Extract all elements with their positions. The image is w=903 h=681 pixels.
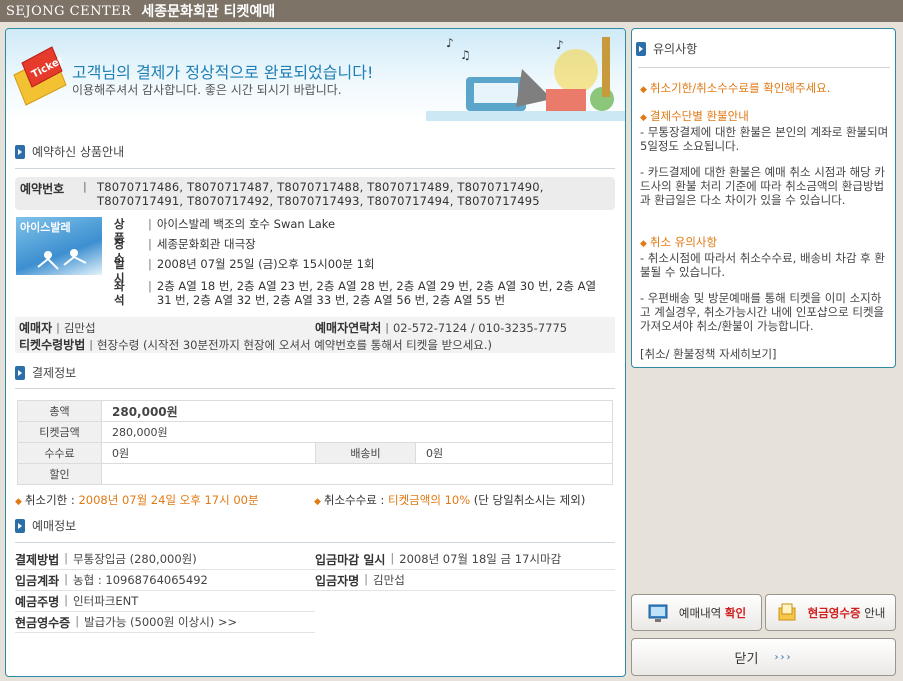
- brand-logo: SEJONG CENTER: [6, 3, 132, 19]
- booking-history-button[interactable]: 예매내역 확인: [631, 594, 762, 631]
- total-amount: 280,000원: [101, 400, 613, 422]
- svg-text:♫: ♫: [460, 48, 471, 62]
- deposit-due-row: 입금마감 일시 | 2008년 07월 18일 금 17시마감: [315, 551, 562, 567]
- reservation-numbers: T8070717486, T8070717487, T8070717488, T…: [97, 180, 544, 208]
- discount-amount: [101, 463, 613, 485]
- payment-method-row: 결제방법 | 무통장입금 (280,000원): [15, 551, 197, 567]
- refund-guide: ◆ 결제수단별 환불안내 - 무통장결제에 대한 환불은 본인의 계좌로 환불되며…: [640, 109, 889, 153]
- reservation-label: 예약번호: [20, 182, 65, 196]
- cancel-notice: ◆ 취소 유의사항 - 취소시점에 따라서 취소수수료, 배송비 차감 후 환불될…: [640, 235, 885, 279]
- depositor-row: 입금자명 | 김만섭: [315, 572, 405, 588]
- section-bullet-icon: [15, 144, 25, 159]
- notice-panel: 유의사항 ◆ 취소기한/취소수수료를 확인해주세요. ◆ 결제수단별 환불안내 - …: [631, 28, 896, 368]
- delivery-cancel-text: - 우편배송 및 방문예매를 통해 티켓을 이미 소지하고 계실경우, 취소가능…: [640, 291, 885, 333]
- section-bullet-icon: [15, 518, 25, 533]
- music-illustration: ♪ ♫ ♪: [426, 36, 625, 121]
- deposit-account-row: 입금계좌 | 농협 : 10968764065492: [15, 572, 208, 588]
- close-button[interactable]: 닫기 ›››: [631, 638, 896, 676]
- show-poster: 아이스발레: [16, 217, 102, 275]
- receive-method-value: 현장수령 (시작전 30분전까지 현장에 오셔서 예약번호를 통해서 티켓을 받…: [96, 337, 493, 352]
- buyer-info-box: 예매자 | 김만섭 예매자연락처 | 02-572-7124 / 010-3235-…: [15, 317, 615, 353]
- reservation-number-box: 예약번호 | T8070717486, T8070717487, T807071…: [15, 177, 615, 210]
- section-bullet-icon: [15, 365, 25, 380]
- completion-banner: Ticket 고객님의 결제가 정상적으로 완료되었습니다! 이용해주셔서 감사…: [6, 29, 625, 121]
- cancel-fee: ◆ 취소수수료 : 티켓금액의 10% (단 당일취소시는 제외): [314, 493, 586, 507]
- cash-receipt-row: 현금영수증 | 발급가능 (5000원 이상시) >>: [15, 614, 238, 631]
- ticket-icon: Ticket: [13, 46, 67, 106]
- thanks-message: 이용해주셔서 감사합니다. 좋은 시간 되시기 바랍니다.: [72, 83, 342, 97]
- divider: [15, 168, 615, 169]
- svg-text:♪: ♪: [446, 36, 454, 50]
- divider: [15, 388, 615, 389]
- contact-label: 예매자연락처: [315, 321, 382, 335]
- table-row: 총액 280,000원: [17, 400, 613, 422]
- notice-title: 유의사항: [636, 40, 697, 57]
- contact-value: 02-572-7124 / 010-3235-7775: [392, 320, 568, 335]
- window-title: 세종문화회관 티켓예매: [141, 4, 276, 20]
- seats-row: 좌 석 | 2층 A열 18 번, 2층 A열 23 번, 2층 A열 28 번, …: [114, 279, 597, 307]
- main-panel: Ticket 고객님의 결제가 정상적으로 완료되었습니다! 이용해주셔서 감사…: [5, 28, 626, 677]
- buyer-label: 예매자: [19, 321, 53, 335]
- receive-method-label: 티켓수령방법: [19, 338, 86, 352]
- divider: [15, 542, 615, 543]
- fee-amount: 0원: [101, 442, 316, 464]
- table-row: 할인: [17, 463, 613, 485]
- cancel-deadline: ◆ 취소기한 : 2008년 07월 24일 오후 17시 00분: [15, 493, 259, 507]
- buyer-name: 김만섭: [63, 320, 96, 335]
- table-row: 티켓금액 280,000원: [17, 421, 613, 443]
- notice-check: ◆ 취소기한/취소수수료를 확인해주세요.: [640, 81, 831, 95]
- payment-table: 총액 280,000원 티켓금액 280,000원 수수료 0원 배송비 0원 …: [17, 400, 613, 485]
- dancer-icon: [37, 249, 87, 270]
- payment-section-title: 결제정보: [15, 364, 76, 381]
- ticket-amount: 280,000원: [101, 421, 613, 443]
- monitor-icon: [648, 604, 668, 622]
- svg-text:♪: ♪: [556, 38, 564, 52]
- booking-section-title: 예매정보: [15, 517, 76, 534]
- cash-receipt-link[interactable]: 발급가능 (5000원 이상시) >>: [84, 614, 237, 631]
- account-holder-row: 예금주명 | 인터파크ENT: [15, 593, 139, 609]
- arrow-right-icon: ›››: [774, 651, 793, 663]
- receipt-icon: [778, 603, 796, 620]
- table-row: 수수료 0원 배송비 0원: [17, 442, 613, 464]
- refund-policy-link[interactable]: [취소/ 환불정책 자세히보기]: [640, 347, 890, 361]
- cash-receipt-button[interactable]: 현금영수증 안내: [765, 594, 896, 631]
- card-refund-text: - 카드결제에 대한 환불은 예매 취소 시점과 해당 카드사의 환불 처리 기…: [640, 165, 885, 207]
- app-header: SEJONG CENTER 세종문화회관 티켓예매: [0, 0, 903, 22]
- completion-message: 고객님의 결제가 정상적으로 완료되었습니다!: [72, 63, 374, 82]
- section-bullet-icon: [636, 41, 646, 56]
- delivery-amount: 0원: [415, 442, 613, 464]
- product-section-title: 예약하신 상품안내: [15, 143, 124, 160]
